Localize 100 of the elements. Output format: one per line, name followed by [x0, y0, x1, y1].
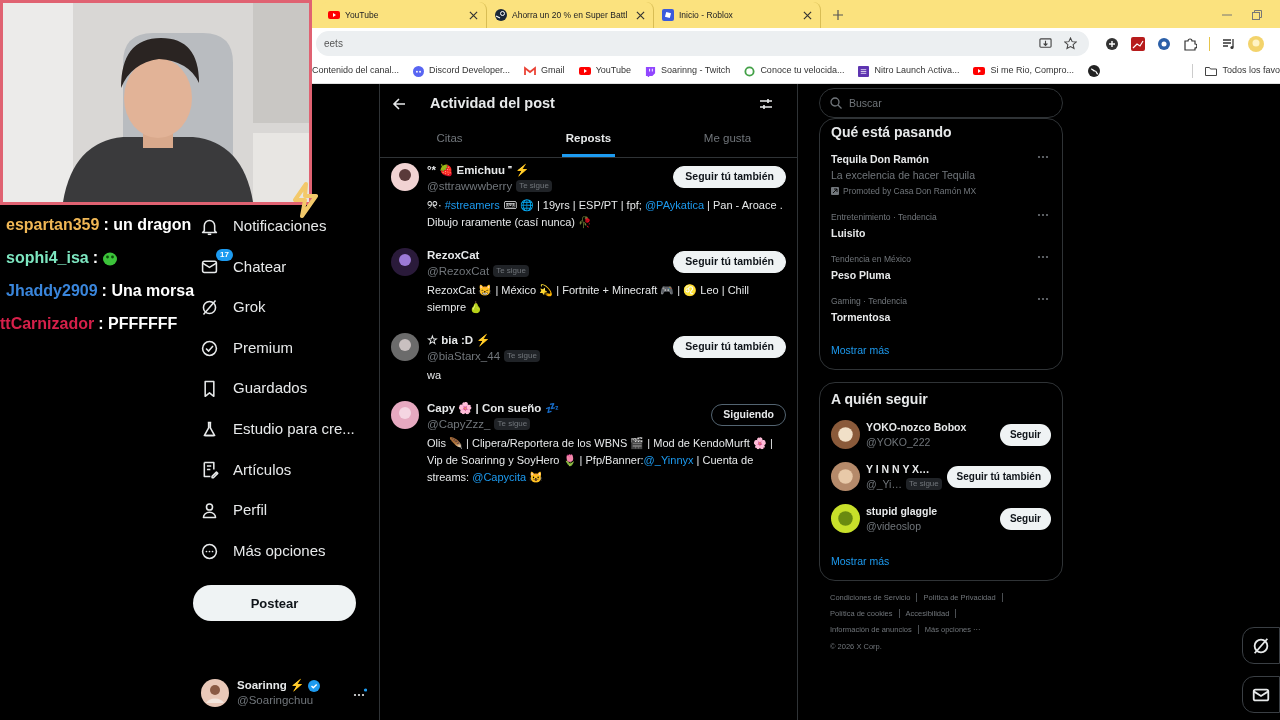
- trend-title: Luisito: [831, 226, 867, 241]
- slashed-circle-icon: [1251, 635, 1271, 656]
- user-handle: @_Yi…: [866, 476, 902, 492]
- chat-username: Jhaddy2909: [6, 281, 98, 301]
- user-bio: Olis 🪶 | Clipera/Reportera de los WBNS 🎬 | Mod de KendoMurft 🌸 | Vip de Soarinng y SoyHero 🌷 | Pfp/Banner:@_Yinnyx | Cuenta de streams: @Capycita 😺: [427, 436, 774, 485]
- bookmark[interactable]: Nitro Launch Activa...: [858, 64, 960, 78]
- avatar: [201, 679, 229, 707]
- follows-you-label: Te sigue: [493, 265, 529, 277]
- video-icon: [578, 65, 591, 77]
- close-icon[interactable]: [803, 10, 812, 20]
- nav-item[interactable]: Artículos: [200, 449, 367, 491]
- nav-item[interactable]: Guardados: [200, 368, 367, 409]
- link[interactable]: @Capycita: [472, 471, 527, 483]
- lightning-icon: [290, 182, 320, 218]
- follow-button[interactable]: Seguir: [999, 423, 1051, 446]
- nav-item[interactable]: Grok: [200, 287, 367, 328]
- user-name[interactable]: YOKO-nozco Bobox: [866, 419, 994, 435]
- user-name[interactable]: ☆ bia :D ⚡: [427, 332, 674, 348]
- user-handle: @YOKO_222: [866, 434, 931, 450]
- avatar: [831, 504, 860, 534]
- follow-button[interactable]: Seguir tú también: [673, 336, 786, 358]
- page-title: Actividad del post: [430, 94, 556, 114]
- bookmark[interactable]: Soarinng - Twitch: [645, 64, 731, 78]
- grid-icon: [858, 65, 870, 77]
- follow-button[interactable]: Seguir: [999, 507, 1051, 530]
- follow-button[interactable]: Seguir tú también: [673, 166, 786, 188]
- new-tab-icon[interactable]: [833, 10, 843, 20]
- chat-username: sophi4_isa: [6, 248, 89, 268]
- user-handle: @RezoxCat: [427, 264, 490, 279]
- promoted-icon: [831, 187, 839, 195]
- person-icon: [200, 500, 219, 520]
- link[interactable]: #streamers: [444, 199, 500, 211]
- user-handle: @videoslop: [866, 518, 922, 534]
- count-badge: 17: [216, 248, 233, 261]
- puzzle-icon[interactable]: [1183, 36, 1197, 51]
- filter-icon[interactable]: [759, 97, 773, 111]
- trend-item[interactable]: Gaming · Tendencia Tormentosa: [831, 293, 1051, 325]
- tab[interactable]: Reposts: [561, 124, 616, 157]
- chat-message: :: [92, 248, 99, 268]
- avatar: [391, 401, 419, 429]
- more-circle-icon: [200, 541, 219, 561]
- user-name[interactable]: °* 🍓 Emichuu ⁼ ⚡: [427, 162, 674, 178]
- bookmark[interactable]: Discord Developer...: [413, 64, 511, 78]
- install-icon[interactable]: [1039, 37, 1052, 50]
- follow-button[interactable]: Seguir tú también: [673, 251, 786, 273]
- trend-item[interactable]: Tendencia en México Peso Pluma: [831, 251, 1051, 283]
- link[interactable]: @_Yinnyx: [643, 454, 694, 466]
- avatar: [391, 333, 419, 361]
- grok-button[interactable]: [1242, 627, 1280, 664]
- extension-icon[interactable]: [1105, 36, 1119, 51]
- tab[interactable]: Citas: [432, 124, 467, 157]
- user-name[interactable]: RezoxCat: [427, 247, 674, 263]
- tab[interactable]: Me gusta: [699, 124, 756, 157]
- trend-title: Tormentosa: [831, 310, 892, 325]
- card-heading: Qué está pasando: [831, 123, 953, 141]
- chart-icon[interactable]: [1131, 36, 1145, 51]
- media-icon[interactable]: [1222, 36, 1236, 51]
- follow-button[interactable]: Siguiendo: [711, 404, 786, 426]
- search-field[interactable]: Buscar: [819, 88, 1063, 118]
- post-button[interactable]: Postear: [193, 585, 356, 622]
- steam-icon: [495, 9, 507, 21]
- chat-message: : Una morsa: [101, 281, 195, 301]
- bookmark[interactable]: Si me Rio, Compro...: [973, 64, 1074, 78]
- bookmark-folder[interactable]: Todos los favo: [1205, 64, 1280, 78]
- link[interactable]: @PAykatica: [644, 199, 704, 211]
- trend-context: Gaming · Tendencia: [831, 295, 908, 308]
- bookmark[interactable]: YouTube: [578, 64, 631, 78]
- chat-message: : un dragon: [103, 215, 192, 235]
- trend-item[interactable]: Tequila Don Ramón La excelencia de hacer Tequila Promoted by Casa Don Ramón MX: [831, 151, 1051, 199]
- trend-context: Entretenimiento · Tendencia: [831, 211, 938, 224]
- user-name[interactable]: Capy 🌸 | Con sueño 💤: [427, 400, 712, 416]
- back-arrow-icon[interactable]: [392, 97, 406, 111]
- bookmark[interactable]: Contenido del canal...: [312, 64, 400, 78]
- address-bar[interactable]: eets: [316, 31, 1089, 56]
- user-handle: @biaStarx_44: [427, 349, 501, 364]
- nav-item[interactable]: Más opciones: [200, 530, 367, 572]
- chat-bubble-icon: [645, 65, 656, 77]
- bookmark[interactable]: Conoce tu velocida...: [744, 64, 845, 78]
- messages-button[interactable]: [1242, 676, 1280, 713]
- user-name[interactable]: Y I N N Y X…: [866, 461, 941, 477]
- user-name[interactable]: stupid glaggle: [866, 503, 994, 519]
- star-icon[interactable]: [1064, 37, 1077, 50]
- nav-item[interactable]: 17 Chatear: [200, 246, 367, 288]
- chat-username: ttCarnizador: [0, 314, 95, 334]
- restore-icon[interactable]: [1252, 10, 1262, 20]
- extension-icon[interactable]: [1157, 36, 1171, 51]
- more-icon[interactable]: [353, 688, 367, 698]
- user-handle: @CapyZzz_: [427, 417, 491, 432]
- folder-icon: [1205, 66, 1218, 76]
- nav-item[interactable]: Premium: [200, 327, 367, 369]
- close-icon[interactable]: [469, 10, 478, 20]
- nav-item[interactable]: Notificaciones: [200, 206, 367, 247]
- trend-item[interactable]: Entretenimiento · Tendencia Luisito: [831, 209, 1051, 241]
- close-icon[interactable]: [636, 10, 645, 20]
- show-more-link[interactable]: Mostrar más: [831, 343, 1051, 359]
- follow-button[interactable]: Seguir tú también: [946, 465, 1051, 488]
- nav-item[interactable]: Perfil: [200, 490, 367, 531]
- bookmark[interactable]: Gmail: [524, 64, 565, 78]
- show-more-link[interactable]: Mostrar más: [831, 553, 1051, 570]
- nav-item[interactable]: Estudio para cre...: [200, 408, 367, 450]
